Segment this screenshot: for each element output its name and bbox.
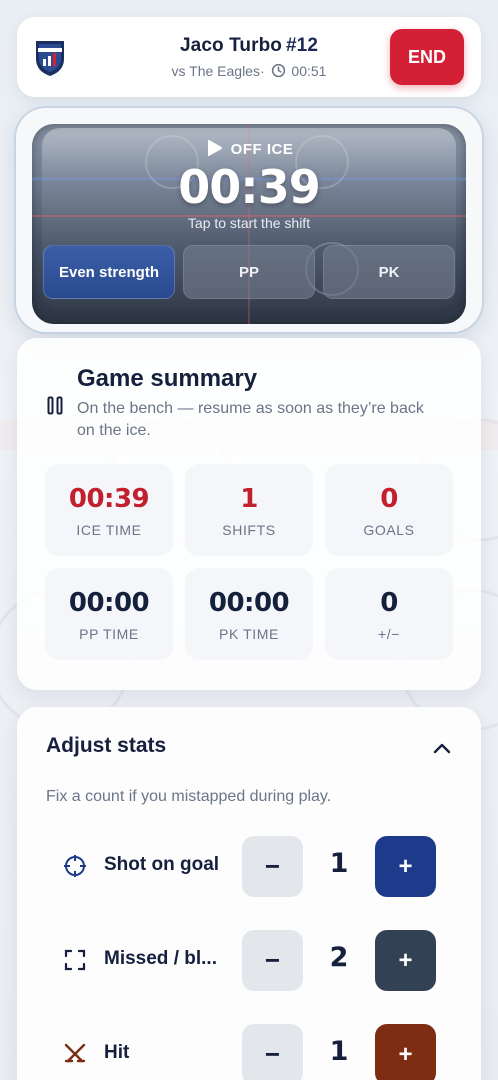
stat-label: GOALS [363,522,415,538]
decrement-button[interactable]: − [242,930,303,991]
row-label: Hit [104,1042,130,1063]
crosshair-icon [64,855,86,877]
stat-value: 00:00 [68,588,150,618]
play-icon [207,139,222,157]
row-label: Shot on goal [104,854,220,875]
stat-value: 00:39 [68,484,150,514]
row-count: 1 [329,848,349,879]
end-game-button[interactable]: END [390,29,464,85]
increment-button[interactable]: + [375,1024,436,1080]
stat-ice-time: 00:39 ICE TIME [45,464,173,556]
decrement-button[interactable]: − [242,1024,303,1080]
decrement-button[interactable]: − [242,836,303,897]
stat-label: ICE TIME [76,522,142,538]
stat-label: SHIFTS [222,522,276,538]
power-play-button[interactable]: PP [183,245,315,299]
game-summary-card: Game summary On the bench — resume as so… [17,338,481,690]
increment-button[interactable]: + [375,836,436,897]
player-name-text: Jaco Turbo [179,35,282,56]
adjust-title: Adjust stats [46,734,167,757]
stat-goals: 0 GOALS [325,464,453,556]
stat-row-missed-blocked: Missed / bl... − 2 + [17,928,481,992]
clock-icon [271,63,285,78]
stat-value: 00:00 [208,588,290,618]
stat-value: 0 [380,588,398,618]
shift-state-text: OFF ICE [230,141,294,158]
stat-pk-time: 00:00 PK TIME [185,568,313,660]
adjust-subtitle: Fix a count if you mistapped during play… [46,788,332,805]
stat-shifts: 1 SHIFTS [185,464,313,556]
adjust-stats-card: Adjust stats Fix a count if you mistappe… [17,707,481,1080]
penalty-kill-button[interactable]: PK [323,245,455,299]
player-number: #12 [285,35,318,56]
game-clock: 00:51 [291,63,327,79]
stat-plus-minus: 0 +/− [325,568,453,660]
shift-state: OFF ICE [0,139,498,158]
summary-title: Game summary [77,365,258,392]
increment-button[interactable]: + [375,930,436,991]
corners-icon [64,949,86,971]
opponent-text: vs The Eagles· [171,63,265,79]
stat-pp-time: 00:00 PP TIME [45,568,173,660]
chevron-up-icon[interactable] [427,735,457,761]
even-strength-button[interactable]: Even strength [43,245,175,299]
stat-value: 1 [240,484,258,514]
summary-subtitle: On the bench — resume as soon as they’re… [77,400,424,439]
tap-hint: Tap to start the shift [187,215,311,231]
shift-timer: 00:39 [178,160,320,214]
stat-value: 0 [380,484,398,514]
crossed-sticks-icon [64,1043,86,1063]
stat-label: PP TIME [79,626,139,642]
stat-row-hit: Hit − 1 + [17,1022,481,1080]
stat-label: +/− [377,626,401,642]
stat-row-shot-on-goal: Shot on goal − 1 + [17,834,481,898]
row-count: 2 [329,942,349,973]
row-label: Missed / bl... [104,948,217,969]
game-header: Jaco Turbo #12 vs The Eagles· 00:51 END [17,17,481,97]
stat-label: PK TIME [219,626,279,642]
pause-icon [47,396,63,415]
row-count: 1 [329,1036,349,1067]
